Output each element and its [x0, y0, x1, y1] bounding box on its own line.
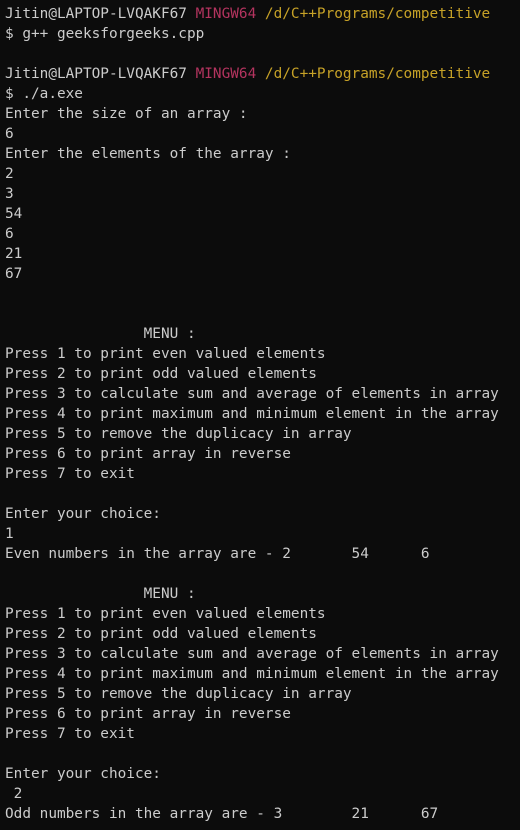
- terminal-text: Jitin@LAPTOP-LVQAKF67: [5, 6, 196, 22]
- terminal-text: /d/C++Programs/competitive: [264, 6, 491, 22]
- terminal-text: Press 6 to print array in reverse: [5, 706, 291, 722]
- terminal-line: Enter your choice:: [0, 764, 520, 784]
- terminal-line: Press 1 to print even valued elements: [0, 604, 520, 624]
- terminal-text: Enter your choice:: [5, 766, 161, 782]
- terminal-line: 6: [0, 224, 520, 244]
- terminal-text: Press 6 to print array in reverse: [5, 446, 291, 462]
- terminal-text: MINGW64: [195, 6, 265, 22]
- terminal-line: Enter the elements of the array :: [0, 144, 520, 164]
- terminal-text: MINGW64: [195, 66, 265, 82]
- terminal-line: $ ./a.exe: [0, 84, 520, 104]
- terminal-line: 54: [0, 204, 520, 224]
- terminal-text: Press 3 to calculate sum and average of …: [5, 386, 499, 402]
- terminal-text: 54: [5, 206, 23, 222]
- terminal-text: Press 2 to print odd valued elements: [5, 366, 317, 382]
- terminal-line: Press 3 to calculate sum and average of …: [0, 644, 520, 664]
- terminal-text: Enter the elements of the array :: [5, 146, 291, 162]
- terminal-line: Jitin@LAPTOP-LVQAKF67 MINGW64 /d/C++Prog…: [0, 4, 520, 24]
- terminal-text: Press 5 to remove the duplicacy in array: [5, 426, 352, 442]
- terminal-line: Press 2 to print odd valued elements: [0, 364, 520, 384]
- terminal-text: Press 1 to print even valued elements: [5, 346, 326, 362]
- terminal-line: Press 5 to remove the duplicacy in array: [0, 684, 520, 704]
- terminal-line: Press 6 to print array in reverse: [0, 704, 520, 724]
- terminal-text: 21: [5, 246, 23, 262]
- terminal-text: MENU :: [5, 586, 196, 602]
- terminal-text: Press 7 to exit: [5, 466, 135, 482]
- terminal-text: Even numbers in the array are - 2 54 6: [5, 546, 430, 562]
- terminal-text: 6: [5, 226, 14, 242]
- terminal-text: Press 2 to print odd valued elements: [5, 626, 317, 642]
- terminal-line: 21: [0, 244, 520, 264]
- terminal-line: Even numbers in the array are - 2 54 6: [0, 544, 520, 564]
- terminal-line: 67: [0, 264, 520, 284]
- terminal-text: 2: [5, 786, 23, 802]
- terminal-line: Press 5 to remove the duplicacy in array: [0, 424, 520, 444]
- terminal-text: Jitin@LAPTOP-LVQAKF67: [5, 66, 196, 82]
- terminal-line: MENU :: [0, 584, 520, 604]
- terminal-line: $ g++ geeksforgeeks.cpp: [0, 24, 520, 44]
- terminal-line: Enter the size of an array :: [0, 104, 520, 124]
- terminal-text: Odd numbers in the array are - 3 21 67: [5, 806, 439, 822]
- terminal-text: Press 4 to print maximum and minimum ele…: [5, 406, 499, 422]
- terminal-text: 6: [5, 126, 14, 142]
- terminal-line: Press 6 to print array in reverse: [0, 444, 520, 464]
- terminal-line: 6: [0, 124, 520, 144]
- terminal-line: Press 2 to print odd valued elements: [0, 624, 520, 644]
- terminal-text: Enter your choice:: [5, 506, 161, 522]
- terminal-text: 2: [5, 166, 14, 182]
- terminal-text: /d/C++Programs/competitive: [264, 66, 491, 82]
- terminal-line: Press 4 to print maximum and minimum ele…: [0, 664, 520, 684]
- terminal-text: 1: [5, 526, 14, 542]
- terminal-line: Press 7 to exit: [0, 724, 520, 744]
- terminal-line: Press 4 to print maximum and minimum ele…: [0, 404, 520, 424]
- terminal-text: Press 7 to exit: [5, 726, 135, 742]
- terminal-text: Enter the size of an array :: [5, 106, 248, 122]
- terminal-text: 3: [5, 186, 14, 202]
- terminal-window[interactable]: Jitin@LAPTOP-LVQAKF67 MINGW64 /d/C++Prog…: [0, 4, 520, 830]
- terminal-line: Press 1 to print even valued elements: [0, 344, 520, 364]
- terminal-text: $ g++ geeksforgeeks.cpp: [5, 26, 205, 42]
- terminal-text: $ ./a.exe: [5, 86, 83, 102]
- terminal-text: MENU :: [5, 326, 196, 342]
- terminal-text: 67: [5, 266, 23, 282]
- terminal-line: 1: [0, 524, 520, 544]
- terminal-text: Press 3 to calculate sum and average of …: [5, 646, 499, 662]
- terminal-line: 2: [0, 164, 520, 184]
- terminal-text: Press 4 to print maximum and minimum ele…: [5, 666, 499, 682]
- terminal-text: Press 5 to remove the duplicacy in array: [5, 686, 352, 702]
- terminal-text: Press 1 to print even valued elements: [5, 606, 326, 622]
- terminal-line: Enter your choice:: [0, 504, 520, 524]
- terminal-line: MENU :: [0, 324, 520, 344]
- terminal-line: Jitin@LAPTOP-LVQAKF67 MINGW64 /d/C++Prog…: [0, 64, 520, 84]
- terminal-line: 2: [0, 784, 520, 804]
- terminal-line: Odd numbers in the array are - 3 21 67: [0, 804, 520, 824]
- terminal-line: 3: [0, 184, 520, 204]
- terminal-line: Press 7 to exit: [0, 464, 520, 484]
- terminal-line: Press 3 to calculate sum and average of …: [0, 384, 520, 404]
